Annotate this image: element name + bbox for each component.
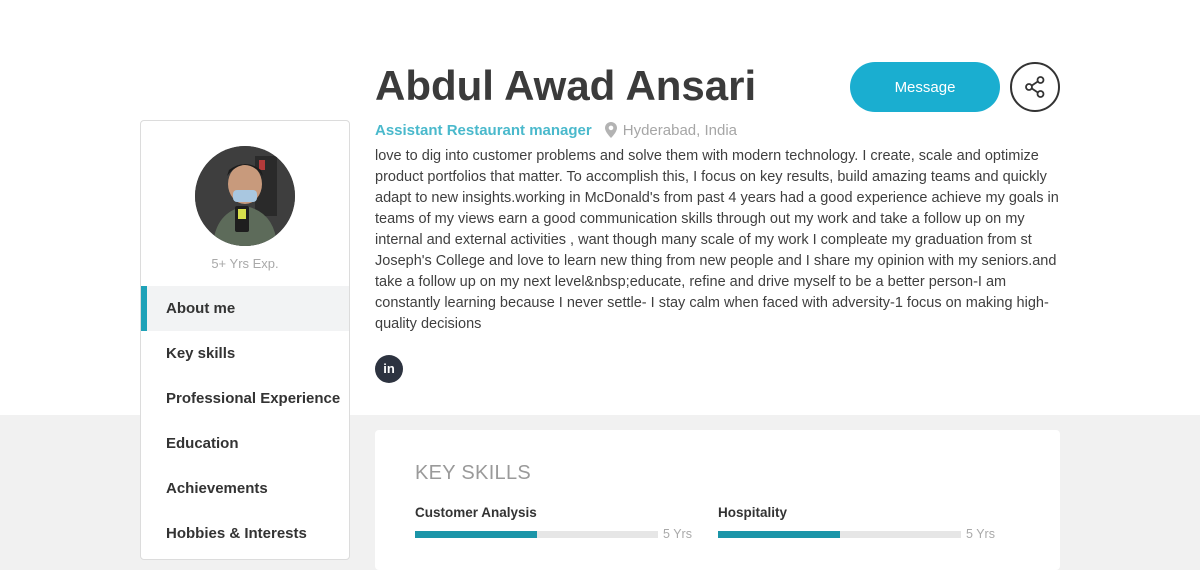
skill-item: Customer Analysis 5 Yrs bbox=[415, 505, 695, 541]
sidebar-nav: About me Key skills Professional Experie… bbox=[141, 286, 349, 556]
sidebar-item-key-skills[interactable]: Key skills bbox=[141, 331, 349, 376]
sidebar-item-hobbies-interests[interactable]: Hobbies & Interests bbox=[141, 511, 349, 556]
sidebar-item-education[interactable]: Education bbox=[141, 421, 349, 466]
linkedin-icon[interactable]: in bbox=[375, 355, 403, 383]
sidebar-item-about-me[interactable]: About me bbox=[141, 286, 349, 331]
skill-progress-fill bbox=[415, 530, 537, 538]
key-skills-title: KEY SKILLS bbox=[415, 462, 532, 484]
avatar bbox=[195, 146, 295, 246]
message-button[interactable]: Message bbox=[850, 62, 1000, 112]
skill-years: 5 Yrs bbox=[966, 527, 995, 541]
sidebar-item-achievements[interactable]: Achievements bbox=[141, 466, 349, 511]
profile-sidebar: 5+ Yrs Exp. About me Key skills Professi… bbox=[140, 120, 350, 560]
job-title: Assistant Restaurant manager bbox=[375, 121, 592, 139]
sidebar-item-professional-experience[interactable]: Professional Experience bbox=[141, 376, 349, 421]
experience-label: 5+ Yrs Exp. bbox=[211, 256, 279, 271]
avatar-photo-icon bbox=[195, 146, 295, 246]
skill-years: 5 Yrs bbox=[663, 527, 692, 541]
location-text: Hyderabad, India bbox=[622, 121, 737, 139]
skill-progress-fill bbox=[718, 530, 840, 538]
skill-progress-bar bbox=[415, 530, 658, 538]
profile-name: Abdul Awad Ansari bbox=[375, 62, 757, 109]
share-icon bbox=[1025, 76, 1045, 98]
skill-item: Hospitality 5 Yrs bbox=[718, 505, 998, 541]
skill-name: Customer Analysis bbox=[415, 505, 537, 520]
location-pin-icon bbox=[604, 122, 617, 138]
job-location-row: Assistant Restaurant manager Hyderabad, … bbox=[375, 120, 737, 140]
key-skills-card: KEY SKILLS Customer Analysis 5 Yrs Hospi… bbox=[375, 430, 1060, 570]
skill-name: Hospitality bbox=[718, 505, 788, 520]
profile-bio: love to dig into customer problems and s… bbox=[375, 148, 1059, 332]
skill-progress-bar bbox=[718, 530, 961, 538]
share-button[interactable] bbox=[1010, 62, 1060, 112]
